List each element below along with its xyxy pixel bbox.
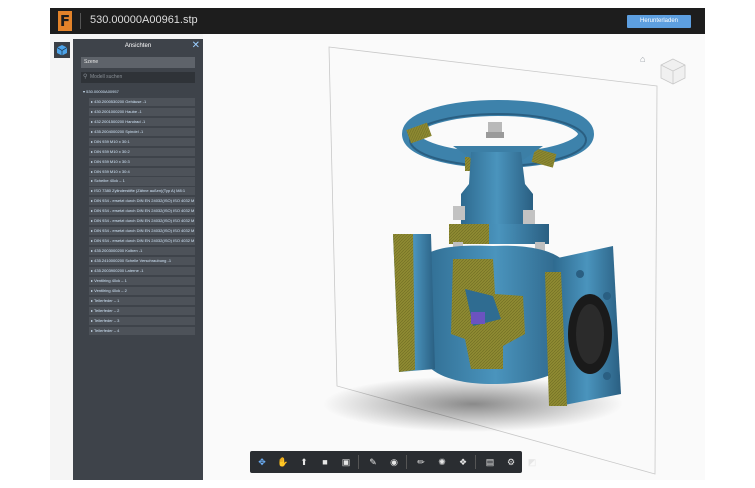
tree-item[interactable]: ▸ Ventilring 40ck – 2 [89,286,195,295]
tree-item[interactable]: ▸ 435.2003000200 Kolben -1 [89,247,195,256]
toolbar-divider [358,455,359,469]
section-icon[interactable]: ✎ [365,454,381,470]
properties-icon[interactable]: ▤ [482,454,498,470]
file-name: 530.00000A00961.stp [90,14,198,26]
tree-item-label: 435.2004000200 Spindel -1 [94,128,144,134]
valve-model [323,46,658,475]
tree-item-label: DIN 934 - ersetzt durch DIN EN 24032(ISO… [94,218,195,224]
tree-item[interactable]: ▸ DIN 939 M10 x 30:2 [89,147,195,156]
tree-item-label: DIN 934 - ersetzt durch DIN EN 24032(ISO… [94,208,195,214]
tree-item-label: 430.2000530200 Gehäuse -1 [94,98,147,104]
download-button[interactable]: Herunterladen [627,15,691,28]
toolbar-divider [406,455,407,469]
look-icon[interactable]: ⬆ [296,454,312,470]
model-browser-toggle-icon[interactable] [54,42,70,58]
tree-item-label: Teilerfeder – 2 [94,307,120,313]
fullscreen-icon[interactable]: ◩ [524,454,540,470]
model-browser-icon[interactable]: ❖ [455,454,471,470]
close-icon[interactable]: ✕ [192,40,200,52]
model-tree: ▾ 530.00000A00957 ▸ 430.2000530200 Gehäus… [81,88,195,336]
tree-item-label: DIN 934 - ersetzt durch DIN EN 24032(ISO… [94,198,195,204]
tree-item[interactable]: ▸ 435.2003900200 Laterne -1 [89,266,195,275]
tree-item-label: DIN 939 M10 x 30:2 [94,148,130,154]
measure-icon[interactable]: ✏ [413,454,429,470]
tree-item-label: Teilerfeder – 1 [94,297,120,303]
tree-item-label: DIN 934 - ersetzt durch DIN EN 24032(ISO… [94,228,195,234]
tree-item-label: Teilerfeder – 4 [94,327,120,333]
panel-title: Ansichten [124,43,152,49]
fit-icon[interactable]: ▣ [338,454,354,470]
tree-item[interactable]: ▸ Ventilring 40ck – 1 [89,276,195,285]
tree-item-label: 435.2003000200 Kolben -1 [94,248,143,253]
pan-icon[interactable]: ✋ [275,454,291,470]
search-icon: ⚲ [83,74,88,80]
tree-item[interactable]: ▸ DIN 939 M10 x 30:1 [89,137,195,146]
settings-icon[interactable]: ⚙ [503,454,519,470]
tree-item[interactable]: ▸ Teilerfeder – 3 [89,316,195,325]
tree-item-label: DIN 939 M10 x 30:4 [94,168,130,174]
tree-item[interactable]: ▸ 432.2001500200 Handrad -1 [89,117,195,126]
top-bar: F 530.00000A00961.stp Herunterladen [50,8,705,34]
viewer-window: F 530.00000A00961.stp Herunterladen Ansi… [50,8,705,480]
orbit-icon[interactable]: ✥ [254,454,270,470]
home-icon[interactable]: ⌂ [640,54,645,64]
tree-root-item[interactable]: ▾ 530.00000A00957 [81,88,195,96]
search-placeholder: Modell suchen [90,74,123,80]
visibility-icon[interactable]: ◉ [386,454,402,470]
tree-item-label: Ventilring 40ck – 1 [94,277,127,283]
tree-item-label: ISO 7380 Zylinderstifte (Zähne außen)(Ty… [94,188,186,194]
toolbar-divider [475,455,476,469]
tree-item[interactable]: ▸ DIN 934 - ersetzt durch DIN EN 24032(I… [89,217,195,226]
tree-item[interactable]: ▸ ISO 7380 Zylinderstifte (Zähne außen)(… [89,187,195,196]
view-cube-icon[interactable] [658,56,688,86]
tree-item[interactable]: ▸ Teilerfeder – 4 [89,326,195,335]
divider [80,13,81,29]
tree-item-label: 430.2001000200 Haube -1 [94,108,142,114]
tree-item[interactable]: ▸ Teilerfeder – 2 [89,306,195,315]
bonnet [461,152,533,229]
tree-item[interactable]: ▸ Teilerfeder – 1 [89,296,195,305]
tree-item-label: Ventilring 40ck – 2 [94,287,127,293]
bottom-toolbar: ✥ ✋ ⬆ ■ ▣ ✎ ◉ ✏ ✺ ❖ ▤ ⚙ ◩ [250,451,536,473]
tree-item[interactable]: ▸ DIN 939 M10 x 30:4 [89,167,195,176]
tree-item[interactable]: ▸ DIN 934 - ersetzt durch DIN EN 24032(I… [89,227,195,236]
3d-viewport[interactable]: ⌂ [203,34,705,480]
tree-item-label: DIN 939 M10 x 30:3 [94,158,130,164]
model-browser-panel: Ansichten ✕ Szene ⚲ Modell suchen ▾ 530.… [73,39,203,480]
tree-item[interactable]: ▸ DIN 934 - ersetzt durch DIN EN 24032(I… [89,237,195,246]
tree-item[interactable]: ▸ 430.2001000200 Haube -1 [89,107,195,116]
tree-item-label: DIN 934 - ersetzt durch DIN EN 24032(ISO… [94,238,195,244]
scene-selector[interactable]: Szene [81,57,195,68]
tree-item-label: 435.2410000200 Schelle Verschraubung -1 [94,257,172,263]
search-input[interactable]: ⚲ Modell suchen [81,72,195,83]
tree-item[interactable]: ▸ 430.2000530200 Gehäuse -1 [89,97,195,107]
tree-item[interactable]: ▸ Scheibe 40ck – 1 [89,177,195,186]
tree-item[interactable]: ▸ DIN 939 M10 x 30:3 [89,157,195,166]
tree-item[interactable]: ▸ DIN 934 - ersetzt durch DIN EN 24032(I… [89,207,195,216]
app-logo: F [58,11,72,31]
tree-item-label: Teilerfeder – 3 [94,317,120,323]
tree-item-label: DIN 939 M10 x 30:1 [94,138,130,144]
tree-item-label: 435.2003900200 Laterne -1 [94,267,144,273]
tree-item-label: Scheibe 40ck – 1 [94,178,125,184]
tree-item-label: 530.00000A00957 [86,89,119,94]
camera-icon[interactable]: ■ [317,454,333,470]
explode-icon[interactable]: ✺ [434,454,450,470]
tree-item[interactable]: ▸ DIN 934 - ersetzt durch DIN EN 24032(I… [89,197,195,206]
tree-item-label: 432.2001500200 Handrad -1 [94,118,146,124]
tree-item[interactable]: ▸ 435.2410000200 Schelle Verschraubung -… [89,256,195,266]
tree-item[interactable]: ▸ 435.2004000200 Spindel -1 [89,127,195,136]
